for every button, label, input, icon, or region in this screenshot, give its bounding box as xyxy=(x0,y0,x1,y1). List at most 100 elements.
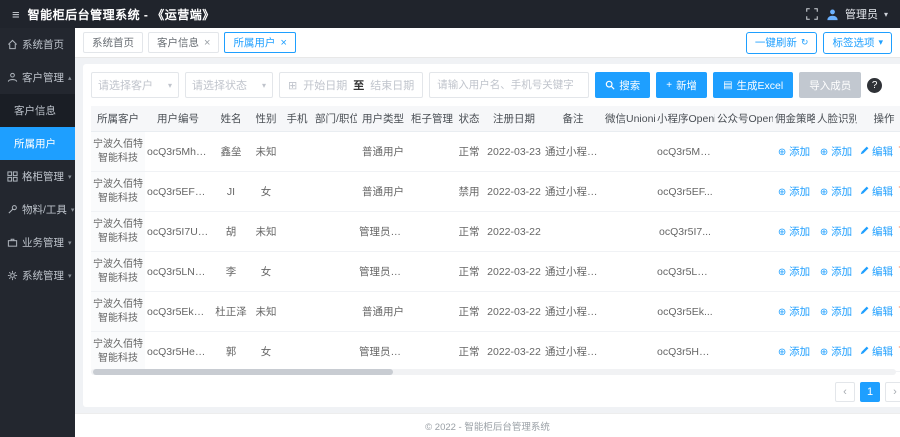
sidebar-item-cabinet-mgmt[interactable]: 格柜管理 ▾ xyxy=(0,160,75,193)
policy-add-link[interactable]: ⊕ 添加 xyxy=(778,346,810,358)
cell-cabinet xyxy=(409,331,453,372)
col-header-customer: 所属客户 xyxy=(91,106,145,132)
refresh-all-button[interactable]: 一键刷新 ↻ xyxy=(745,31,818,54)
actions-cell: 编辑 xyxy=(857,251,900,292)
horizontal-scrollbar-thumb[interactable] xyxy=(93,369,393,375)
cell-mp-openid: ocQ3r5LN... xyxy=(655,251,715,292)
policy-add-link[interactable]: ⊕ 添加 xyxy=(778,266,810,278)
date-range-picker[interactable]: ⊞ 开始日期 至 结束日期 xyxy=(279,72,424,98)
tab-affiliated-users[interactable]: 所属用户 × xyxy=(224,32,296,53)
app-title: 智能柜后台管理系统 - 《运营端》 xyxy=(27,7,215,22)
edit-link[interactable]: 编辑 xyxy=(860,226,893,238)
close-icon[interactable]: × xyxy=(204,37,210,49)
cell-dept xyxy=(313,251,357,292)
cell-reg-date: 2022-03-22 xyxy=(485,211,543,252)
col-header-reg-date: 注册日期 xyxy=(485,106,543,132)
user-menu[interactable]: 管理员 ▾ xyxy=(826,6,888,22)
sidebar-item-materials-tools[interactable]: 物料/工具 ▾ xyxy=(0,193,75,226)
sidebar-item-customer-mgmt[interactable]: 客户管理 ▴ xyxy=(0,61,75,94)
cell-cabinet xyxy=(409,251,453,292)
cell-status: 正常 xyxy=(453,331,485,372)
circle-plus-icon: ⊕ xyxy=(819,187,829,198)
cell-remark: 通过小程序申... xyxy=(543,251,603,292)
edit-link[interactable]: 编辑 xyxy=(860,186,893,198)
face-add-link[interactable]: ⊕ 添加 xyxy=(820,346,852,358)
col-header-actions: 操作 xyxy=(857,106,900,132)
add-label: 新增 xyxy=(676,79,698,92)
cell-remark: 通过小程序申... xyxy=(543,171,603,212)
content-area: 请选择客户 ▾ 请选择状态 ▾ ⊞ 开始日期 至 结束日期 搜索 xyxy=(75,58,900,413)
customer-select[interactable]: 请选择客户 ▾ xyxy=(91,72,179,98)
tab-home[interactable]: 系统首页 xyxy=(83,32,143,53)
cell-phone xyxy=(281,331,313,372)
sidebar-item-system-mgmt[interactable]: 系统管理 ▾ xyxy=(0,259,75,292)
sidebar-item-affiliated-users[interactable]: 所属用户 xyxy=(0,127,75,160)
tabbar-actions: 一键刷新 ↻ 标签选项 ▾ xyxy=(745,31,892,54)
add-user-button[interactable]: + 新增 xyxy=(656,72,708,98)
policy-add-link[interactable]: ⊕ 添加 xyxy=(778,186,810,198)
status-select[interactable]: 请选择状态 ▾ xyxy=(185,72,273,98)
face-add-link[interactable]: ⊕ 添加 xyxy=(820,306,852,318)
face-add-link[interactable]: ⊕ 添加 xyxy=(820,146,852,158)
tab-bar: 系统首页 客户信息 × 所属用户 × 一键刷新 ↻ 标签选项 ▾ xyxy=(75,28,900,58)
grid-icon xyxy=(7,171,18,182)
edit-link[interactable]: 编辑 xyxy=(860,346,893,358)
cell-unionid xyxy=(603,291,655,332)
sidebar-item-customer-info[interactable]: 客户信息 xyxy=(0,94,75,127)
sidebar-item-business-mgmt[interactable]: 业务管理 ▾ xyxy=(0,226,75,259)
help-icon[interactable]: ? xyxy=(867,77,883,93)
prev-page-button[interactable]: ‹ xyxy=(835,382,855,402)
cell-name: 郭 xyxy=(211,331,251,372)
cell-user-no: ocQ3r5I7UP... xyxy=(145,211,211,252)
tab-options-button[interactable]: 标签选项 ▾ xyxy=(823,31,892,54)
chevron-down-icon: ▾ xyxy=(878,37,883,47)
col-header-oa-openid: 公众号Openid xyxy=(715,106,773,132)
circle-plus-icon: ⊕ xyxy=(819,307,829,318)
close-icon[interactable]: × xyxy=(280,37,286,49)
excel-icon: ▤ xyxy=(723,79,733,91)
cell-oa-openid xyxy=(715,331,773,372)
chevron-down-icon: ▾ xyxy=(883,9,888,19)
table-row: 宁波久佰特智能科技 ocQ3r5LNk9... 李女 管理员用户 正常 2022-03-2… xyxy=(91,251,900,292)
cell-gender: 未知 xyxy=(251,291,281,332)
face-add-link[interactable]: ⊕ 添加 xyxy=(820,186,852,198)
face-add-cell: ⊕ 添加 xyxy=(815,331,857,372)
tab-customer-info[interactable]: 客户信息 × xyxy=(148,32,220,53)
cell-mp-openid: ocQ3r5EF... xyxy=(655,171,715,212)
circle-plus-icon: ⊕ xyxy=(777,147,787,158)
col-header-dept: 部门/职位 xyxy=(313,106,357,132)
keyword-input[interactable] xyxy=(429,72,590,98)
cell-user-no: ocQ3r5EFFC... xyxy=(145,171,211,212)
refresh-all-label: 一键刷新 xyxy=(754,37,797,49)
cell-dept xyxy=(313,171,357,212)
cell-cabinet xyxy=(409,211,453,252)
chevron-down-icon: ▾ xyxy=(70,206,75,214)
fullscreen-icon[interactable] xyxy=(806,8,818,20)
import-members-button[interactable]: 导入成员 xyxy=(799,72,862,98)
face-add-link[interactable]: ⊕ 添加 xyxy=(820,266,852,278)
policy-add-link[interactable]: ⊕ 添加 xyxy=(778,306,810,318)
table-header-row: 所属客户 用户编号 姓名 性别 手机 部门/职位 用户类型 柜子管理 状态 注册… xyxy=(91,106,900,132)
generate-excel-button[interactable]: ▤ 生成Excel xyxy=(713,72,794,98)
edit-link[interactable]: 编辑 xyxy=(860,306,893,318)
page-1-button[interactable]: 1 xyxy=(860,382,880,402)
home-icon xyxy=(8,39,17,50)
edit-icon xyxy=(860,266,869,275)
cell-customer: 宁波久佰特智能科技 xyxy=(91,211,145,252)
policy-add-link[interactable]: ⊕ 添加 xyxy=(778,146,810,158)
face-add-link[interactable]: ⊕ 添加 xyxy=(820,226,852,238)
col-header-phone: 手机 xyxy=(281,106,313,132)
cell-customer: 宁波久佰特智能科技 xyxy=(91,131,145,172)
col-header-status: 状态 xyxy=(453,106,485,132)
edit-link[interactable]: 编辑 xyxy=(860,266,893,278)
actions-cell: 编辑 xyxy=(857,331,900,372)
table-row: 宁波久佰特智能科技 ocQ3r5Ek58... 杜正泽 未知 普通用户 正常 2022-03… xyxy=(91,291,900,332)
edit-link[interactable]: 编辑 xyxy=(860,146,893,158)
next-page-button[interactable]: › xyxy=(885,382,900,402)
users-icon xyxy=(7,72,18,82)
menu-icon[interactable]: ≡ xyxy=(12,7,20,22)
policy-add-link[interactable]: ⊕ 添加 xyxy=(778,226,810,238)
sidebar-item-home[interactable]: 系统首页 xyxy=(0,28,75,61)
calendar-icon: ⊞ xyxy=(288,79,298,92)
search-button[interactable]: 搜索 xyxy=(595,72,651,98)
